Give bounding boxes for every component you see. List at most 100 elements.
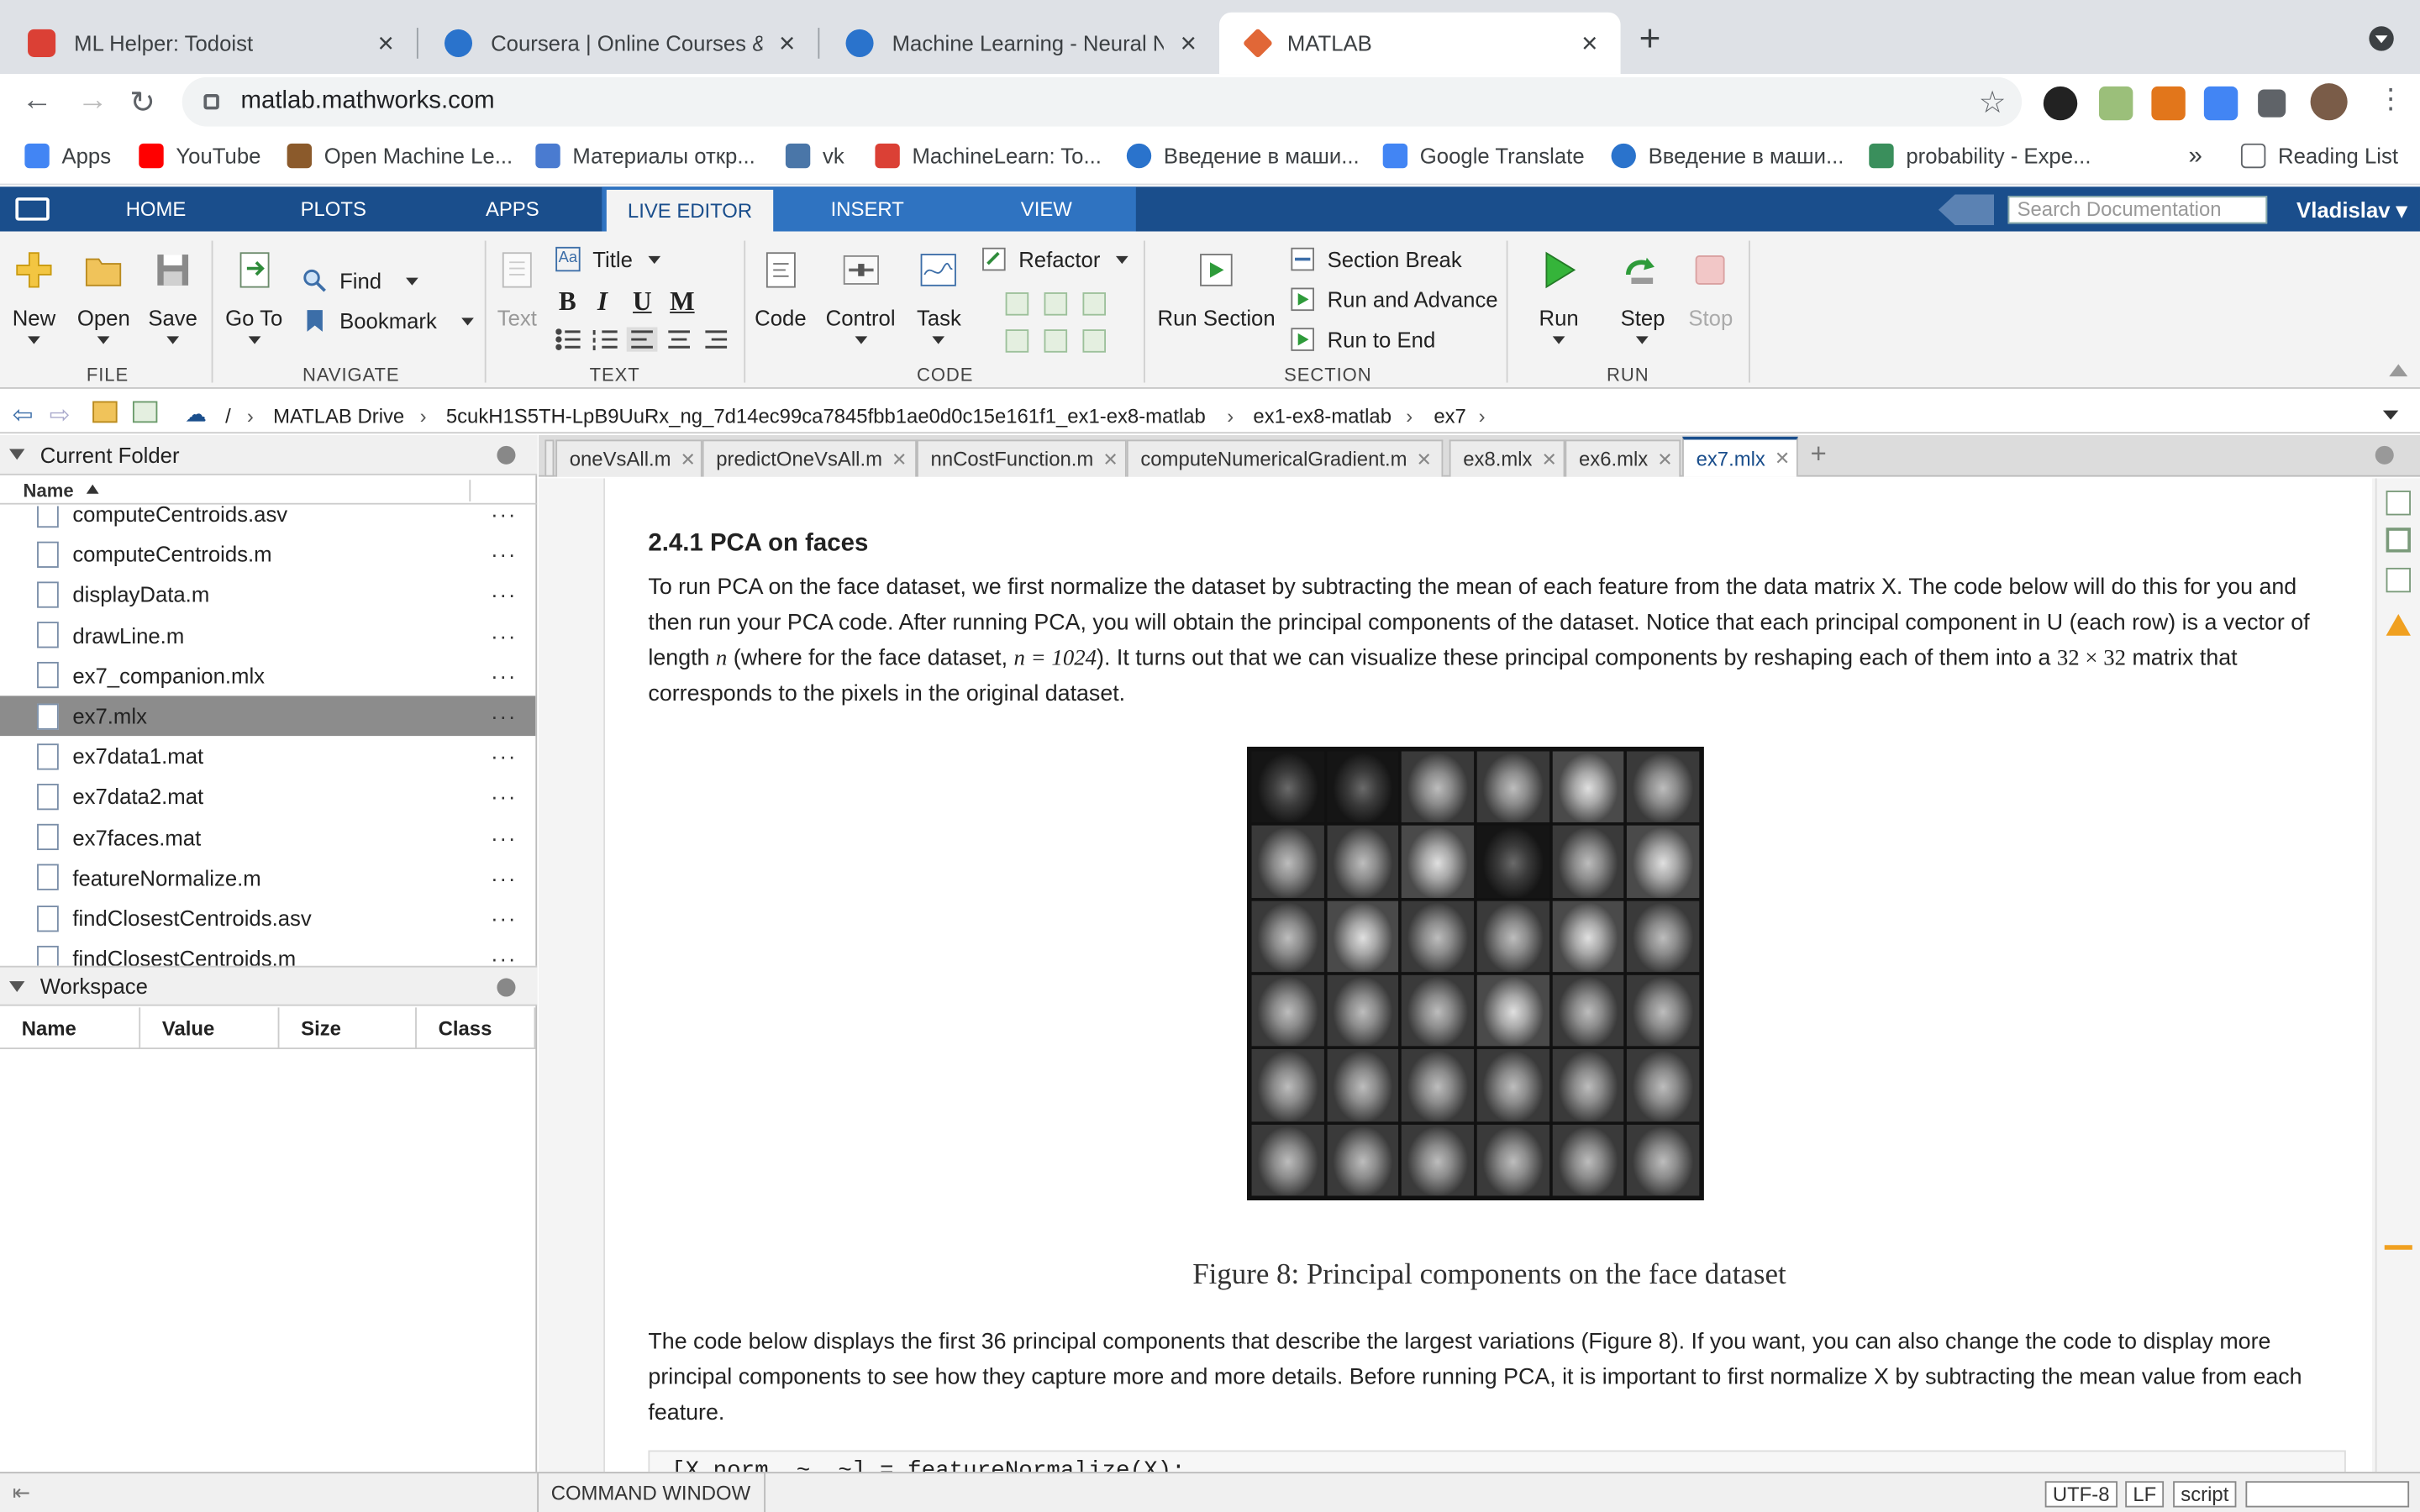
browser-tab-matlab[interactable]: MATLAB × (1219, 12, 1621, 75)
tab-insert[interactable]: INSERT (787, 186, 948, 231)
section-break-button[interactable]: Section Break (1291, 247, 1462, 271)
browser-tab-coursera-ml[interactable]: Machine Learning - Neural Netw × (818, 13, 1219, 74)
reload-icon[interactable]: ↻ (129, 83, 155, 122)
close-icon[interactable]: × (373, 27, 397, 60)
more-options-icon[interactable]: ··· (491, 946, 517, 966)
run-button[interactable]: Run (1539, 250, 1579, 344)
user-menu[interactable]: Vladislav ▾ (2296, 197, 2407, 223)
bookmark-apps[interactable]: Apps (24, 143, 111, 169)
editor-tab-ex8[interactable]: ex8.mlx ✕ (1449, 439, 1565, 477)
monospace-button[interactable]: M (670, 287, 694, 318)
more-options-icon[interactable]: ··· (491, 506, 517, 526)
search-documentation-input[interactable]: Search Documentation (2007, 196, 2268, 224)
address-bar[interactable]: matlab.mathworks.com ☆ (182, 76, 2023, 127)
more-options-icon[interactable]: ··· (491, 704, 517, 728)
code-block[interactable]: [X_norm, ~, ~] = featureNormalize(X); (648, 1450, 2346, 1473)
more-options-icon[interactable]: ··· (491, 825, 517, 849)
file-row[interactable]: ex7data2.mat ··· (0, 777, 535, 817)
warning-icon[interactable] (2386, 614, 2411, 636)
bookmark-open-ml[interactable]: Open Machine Le... (287, 143, 513, 169)
collapse-triangle-icon[interactable] (9, 449, 25, 460)
close-icon[interactable]: ✕ (1102, 449, 1118, 470)
panel-options-icon[interactable] (497, 445, 516, 465)
more-options-icon[interactable]: ··· (491, 865, 517, 890)
list-align-icons[interactable] (555, 327, 738, 352)
file-row[interactable]: ex7faces.mat ··· (0, 817, 535, 858)
more-options-icon[interactable]: ··· (491, 663, 517, 687)
workspace-header[interactable]: Workspace (0, 965, 538, 1006)
bookmark-probability[interactable]: probability - Expe... (1869, 143, 2091, 169)
run-and-advance-button[interactable]: Run and Advance (1291, 287, 1498, 312)
principal-components-figure[interactable] (1247, 746, 1704, 1200)
quick-access-icon[interactable] (1938, 194, 1995, 226)
mode-indicator[interactable]: script (2173, 1481, 2237, 1508)
warning-marker[interactable] (2384, 1245, 2412, 1250)
matlab-desktop-icon[interactable] (15, 197, 50, 221)
tab-apps[interactable]: APPS (435, 186, 590, 231)
more-options-icon[interactable]: ··· (491, 785, 517, 809)
output-inline-icon[interactable] (2386, 528, 2411, 553)
encoding-indicator[interactable]: UTF-8 (2044, 1481, 2118, 1508)
close-icon[interactable]: ✕ (681, 449, 696, 470)
code-tools-icons[interactable] (1003, 290, 1112, 354)
paragraph-pca-intro[interactable]: To run PCA on the face dataset, we first… (648, 571, 2330, 713)
line-ending-indicator[interactable]: LF (2125, 1481, 2165, 1508)
path-matlab-drive[interactable]: MATLAB Drive (273, 404, 404, 428)
collapse-left-icon[interactable]: ⇤ (13, 1479, 31, 1505)
file-row[interactable]: ex7_companion.mlx ··· (0, 655, 535, 696)
profile-avatar[interactable] (2310, 83, 2348, 121)
browse-folder-icon[interactable] (132, 401, 158, 423)
workspace-col-value[interactable]: Value (140, 1007, 280, 1049)
tab-home[interactable]: HOME (77, 186, 234, 231)
browser-menu-icon[interactable]: ⋮ (2377, 83, 2405, 116)
editor-tab-nncostfunction[interactable]: nnCostFunction.m ✕ (917, 439, 1127, 477)
new-tab-icon[interactable]: + (1639, 18, 1661, 61)
path-ex1-ex8[interactable]: ex1-ex8-matlab (1253, 404, 1392, 428)
more-options-icon[interactable]: ··· (491, 622, 517, 647)
refactor-button[interactable]: Refactor (981, 247, 1128, 271)
section-heading[interactable]: 2.4.1 PCA on faces (648, 531, 868, 559)
text-button[interactable]: Text (497, 250, 537, 330)
italic-button[interactable]: I (597, 287, 608, 318)
bookmark-button[interactable]: Bookmark (302, 308, 474, 333)
tab-live-editor[interactable]: LIVE EDITOR (606, 189, 774, 232)
bookmark-intro-ml-2[interactable]: Введение в маши... (1611, 143, 1844, 169)
tab-plots[interactable]: PLOTS (256, 186, 411, 231)
bookmark-youtube[interactable]: YouTube (139, 143, 260, 169)
file-row[interactable]: ex7.mlx ··· (0, 696, 536, 737)
stop-button[interactable]: Stop (1688, 250, 1733, 330)
bookmark-vk[interactable]: vk (785, 143, 844, 169)
command-window-tab[interactable]: COMMAND WINDOW (537, 1473, 766, 1512)
reading-list[interactable]: Reading List (2240, 143, 2398, 169)
forward-arrow-icon[interactable]: ⇨ (50, 400, 71, 431)
paragraph-display-code[interactable]: The code below displays the first 36 pri… (648, 1326, 2330, 1432)
back-arrow-icon[interactable]: ⇦ (13, 400, 34, 431)
up-folder-icon[interactable] (92, 401, 118, 423)
file-row[interactable]: displayData.m ··· (0, 575, 535, 615)
metamask-extension-icon[interactable] (2151, 86, 2186, 121)
file-row[interactable]: drawLine.m ··· (0, 615, 535, 655)
file-row[interactable]: findClosestCentroids.m ··· (0, 938, 535, 966)
current-folder-header[interactable]: Current Folder (0, 434, 538, 475)
collapse-ribbon-icon[interactable] (2389, 364, 2408, 377)
close-icon[interactable]: ✕ (1542, 449, 1557, 470)
editor-options-icon[interactable] (2375, 445, 2394, 465)
bookmark-google-translate[interactable]: Google Translate (1382, 143, 1585, 169)
open-button[interactable]: Open (77, 250, 130, 344)
browser-tab-coursera[interactable]: Coursera | Online Courses & Cr × (417, 13, 818, 74)
step-button[interactable]: Step (1621, 250, 1665, 344)
tab-scroll-left[interactable] (544, 439, 555, 477)
file-row[interactable]: featureNormalize.m ··· (0, 858, 535, 898)
editor-tab-ex7[interactable]: ex7.mlx ✕ (1682, 436, 1798, 477)
path-root[interactable]: / (225, 404, 231, 428)
run-section-button[interactable]: Run Section (1158, 250, 1276, 330)
path-project-folder[interactable]: 5cukH1S5TH-LpB9UuRx_ng_7d14ec99ca7845fbb… (446, 404, 1206, 428)
task-button[interactable]: Task (917, 250, 961, 344)
close-icon[interactable]: ✕ (1657, 449, 1672, 470)
bookmarks-overflow[interactable]: » (2188, 144, 2202, 171)
wordtune-extension-icon[interactable] (2043, 86, 2078, 121)
extensions-puzzle-icon[interactable] (2258, 89, 2286, 118)
close-icon[interactable]: ✕ (892, 449, 907, 470)
path-ex7[interactable]: ex7 (1434, 404, 1466, 428)
more-options-icon[interactable]: ··· (491, 744, 517, 769)
